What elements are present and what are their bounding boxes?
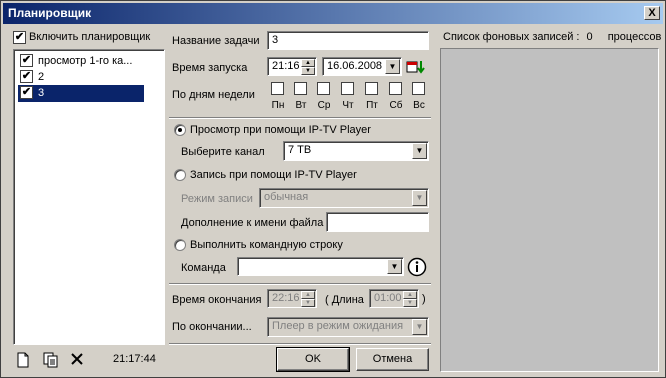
weekday-checkbox-sun[interactable] (412, 82, 425, 95)
clock-display: 21:17:44 (113, 353, 156, 365)
after-end-label: По окончании... (172, 321, 252, 333)
weekday-label: Вт (295, 100, 307, 111)
start-date-value: 16.06.2008 (327, 60, 383, 72)
record-radio-label: Запись при помощи IP-TV Player (190, 169, 357, 181)
command-radio[interactable] (174, 239, 186, 251)
cancel-button[interactable]: Отмена (356, 348, 429, 371)
info-icon[interactable] (407, 257, 427, 277)
duration-close-paren: ) (422, 293, 426, 305)
record-radio[interactable] (174, 169, 186, 181)
record-mode-select[interactable]: обычная ▼ (259, 188, 429, 208)
duration-label: ( Длина (325, 294, 364, 306)
task-label: 2 (38, 71, 45, 83)
start-time-value: 21:16 (272, 60, 300, 72)
list-item-selected[interactable]: ✔ 3 (18, 85, 144, 102)
title-bar: Планировщик X (3, 3, 663, 24)
task-checkbox[interactable]: ✔ (20, 70, 33, 83)
weekday-label: Пн (271, 100, 285, 111)
task-checkbox[interactable]: ✔ (20, 54, 33, 67)
task-name-label: Название задачи (172, 35, 260, 47)
channel-dropdown-button[interactable]: ▼ (412, 143, 427, 159)
copy-icon[interactable] (43, 352, 59, 368)
background-count-suffix: процессов (607, 31, 662, 43)
view-radio[interactable] (174, 124, 186, 136)
separator (169, 117, 431, 119)
spin-down-button[interactable]: ▼ (301, 67, 315, 75)
start-time-label: Время запуска (172, 62, 248, 74)
filename-suffix-label: Дополнение к имени файла (181, 217, 324, 229)
command-select[interactable]: ▼ (237, 257, 404, 276)
end-time-value: 22:16 (272, 292, 300, 304)
calendar-icon[interactable] (406, 58, 426, 76)
close-button[interactable]: X (644, 6, 660, 20)
spin-down-button[interactable]: ▼ (301, 299, 315, 307)
channel-select[interactable]: 7 ТВ ▼ (283, 141, 429, 161)
weekday-label: Сб (389, 100, 403, 111)
task-label: 3 (38, 87, 45, 99)
spin-up-button[interactable]: ▲ (301, 291, 315, 299)
command-radio-label: Выполнить командную строку (190, 239, 343, 251)
duration-value: 01:00 (374, 292, 402, 304)
end-time-label: Время окончания (172, 294, 262, 306)
window-title: Планировщик (8, 6, 92, 20)
end-time-input[interactable]: 22:16 ▲ ▼ (267, 289, 317, 308)
delete-icon[interactable] (70, 352, 84, 366)
channel-label: Выберите канал (181, 146, 265, 158)
ok-button[interactable]: OK (276, 347, 350, 372)
spin-up-button[interactable]: ▲ (301, 59, 315, 67)
channel-value: 7 ТВ (288, 144, 312, 156)
record-mode-value: обычная (264, 191, 309, 203)
view-radio-label: Просмотр при помощи IP-TV Player (190, 124, 371, 136)
list-item[interactable]: ✔ 2 (18, 69, 163, 85)
list-item[interactable]: ✔ просмотр 1-го ка... (18, 53, 163, 69)
weekday-checkbox-thu[interactable] (341, 82, 354, 95)
background-process-list[interactable] (440, 48, 659, 372)
record-mode-label: Режим записи (181, 193, 253, 205)
weekday-checkbox-wed[interactable] (317, 82, 330, 95)
weekday-checkbox-sat[interactable] (389, 82, 402, 95)
weekdays-label: По дням недели (172, 89, 255, 101)
start-date-input[interactable]: 16.06.2008 ▼ (322, 57, 402, 76)
task-label: просмотр 1-го ка... (38, 55, 133, 67)
record-mode-dropdown-button[interactable]: ▼ (412, 190, 427, 206)
spin-down-button[interactable]: ▼ (403, 299, 417, 307)
spin-up-button[interactable]: ▲ (403, 291, 417, 299)
separator (169, 283, 431, 285)
date-dropdown-button[interactable]: ▼ (385, 59, 400, 74)
enable-scheduler-label: Включить планировщик (29, 31, 151, 43)
after-end-dropdown-button[interactable]: ▼ (412, 319, 427, 335)
duration-input[interactable]: 01:00 ▲ ▼ (369, 289, 419, 308)
background-list-title: Список фоновых записей : 0 процессов (443, 31, 661, 43)
separator (169, 343, 431, 345)
command-label: Команда (181, 262, 226, 274)
command-dropdown-button[interactable]: ▼ (387, 259, 402, 274)
weekday-checkbox-tue[interactable] (294, 82, 307, 95)
start-time-input[interactable]: 21:16 ▲ ▼ (267, 57, 317, 76)
new-document-icon[interactable] (16, 352, 30, 368)
weekday-label: Чт (342, 100, 354, 111)
filename-suffix-input[interactable] (326, 212, 429, 232)
enable-scheduler-checkbox[interactable]: ✔ (13, 31, 26, 44)
background-list-title-text: Список фоновых записей : (443, 31, 580, 43)
background-count: 0 (586, 31, 593, 43)
weekday-label: Ср (317, 100, 331, 111)
after-end-select[interactable]: Плеер в режим ожидания ▼ (267, 317, 429, 337)
weekday-checkbox-mon[interactable] (271, 82, 284, 95)
task-name-input[interactable]: 3 (267, 31, 429, 50)
task-checkbox[interactable]: ✔ (20, 86, 33, 99)
after-end-value: Плеер в режим ожидания (272, 320, 404, 332)
task-list[interactable]: ✔ просмотр 1-го ка... ✔ 2 ✔ 3 (13, 49, 165, 345)
weekday-label: Пт (366, 100, 378, 111)
weekday-label: Вс (413, 100, 425, 111)
scheduler-window: Планировщик X ✔ Включить планировщик ✔ п… (0, 0, 666, 378)
weekday-checkbox-fri[interactable] (365, 82, 378, 95)
